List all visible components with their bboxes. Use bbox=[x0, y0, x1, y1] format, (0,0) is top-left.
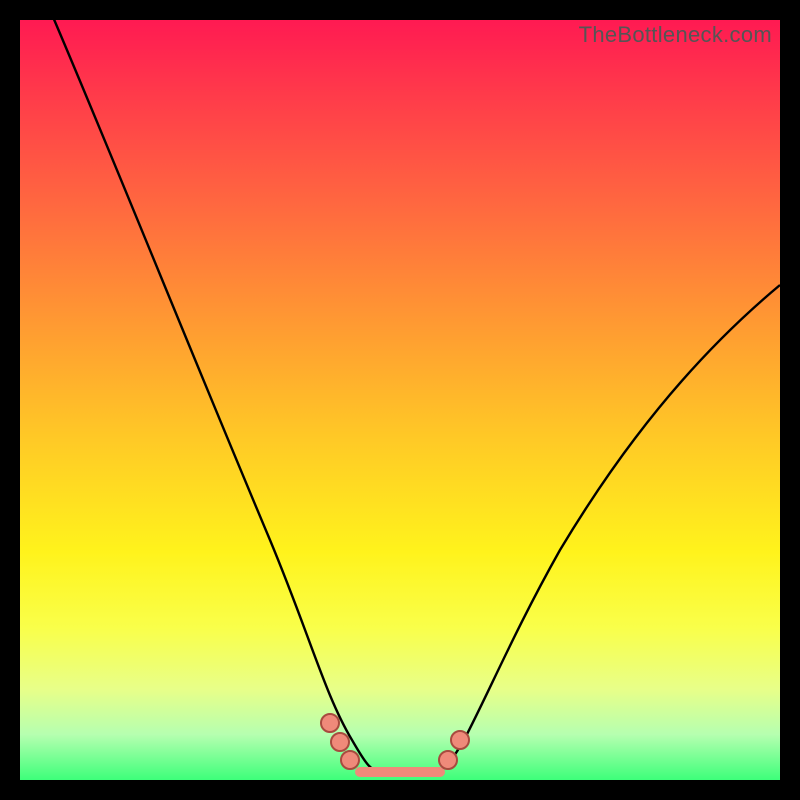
curve-marker bbox=[451, 731, 469, 749]
curve-marker bbox=[341, 751, 359, 769]
curve-path bbox=[50, 10, 780, 774]
chart-frame: TheBottleneck.com bbox=[0, 0, 800, 800]
bottleneck-curve bbox=[20, 20, 780, 780]
curve-marker bbox=[439, 751, 457, 769]
curve-marker bbox=[321, 714, 339, 732]
curve-marker bbox=[331, 733, 349, 751]
plot-area: TheBottleneck.com bbox=[20, 20, 780, 780]
